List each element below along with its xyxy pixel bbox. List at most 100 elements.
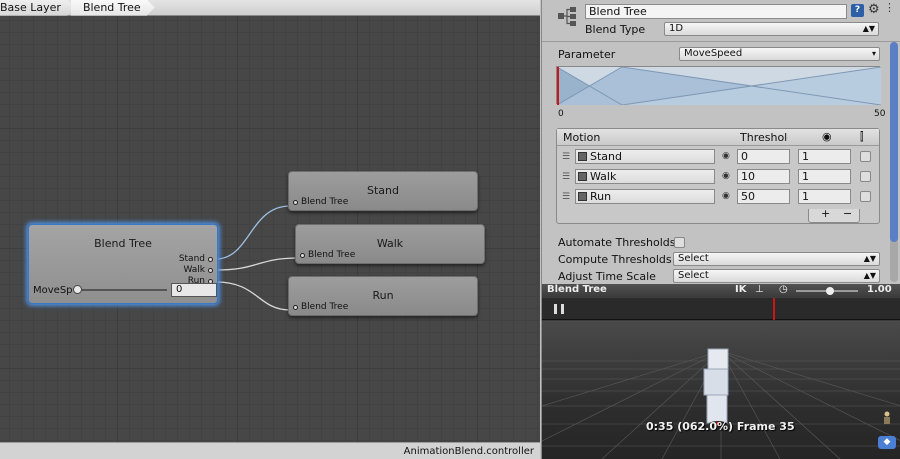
input-port[interactable]: Blend Tree [300, 250, 355, 260]
blend-type-dropdown[interactable]: 1D ▲▼ [664, 22, 879, 36]
input-port[interactable]: Blend Tree [293, 197, 348, 207]
scale-max-label: 50 [874, 109, 886, 119]
controller-filename: AnimationBlend.controller [403, 446, 534, 457]
slider-knob[interactable] [72, 285, 82, 294]
tag-icon[interactable]: ◆ [878, 436, 896, 449]
blend-tree-root-node[interactable]: Blend Tree Stand Walk Run MoveSp 0 [28, 224, 218, 304]
input-label: Blend Tree [301, 197, 349, 207]
animator-graph[interactable]: Blend Tree Stand Walk Run MoveSp 0 Stand… [0, 0, 540, 459]
parameter-value-field[interactable]: 0 [171, 283, 217, 297]
root-node-title: Blend Tree [94, 237, 152, 250]
breadcrumb-item-base-layer[interactable]: Base Layer [0, 0, 75, 16]
node-title: Run [372, 289, 394, 302]
node-title: Walk [376, 237, 404, 250]
remove-motion-button[interactable]: − [843, 207, 852, 220]
preview-title: Blend Tree [547, 284, 607, 295]
motion-field[interactable]: Stand [575, 149, 715, 164]
playback-speed-slider[interactable] [796, 287, 858, 295]
preview-timeline[interactable] [542, 298, 900, 320]
gear-icon[interactable]: ⚙ [868, 2, 880, 17]
parameter-value: MoveSpeed [684, 48, 743, 59]
compute-thresholds-dropdown[interactable]: Select ▲▼ [673, 252, 880, 266]
inspector-scrollbar[interactable] [890, 42, 898, 282]
drag-handle-icon[interactable]: ☰ [562, 192, 570, 202]
animation-clip-icon [578, 192, 587, 201]
parameter-name: MoveSp [33, 284, 73, 296]
blend-tree-name-field[interactable]: Blend Tree [585, 4, 847, 19]
context-menu-icon[interactable]: ⋮ [884, 1, 895, 14]
port-dot-icon [300, 252, 305, 258]
input-label: Blend Tree [301, 302, 349, 312]
ik-toggle[interactable]: IK [735, 284, 746, 295]
automate-thresholds-label: Automate Thresholds [558, 236, 676, 249]
inspector-panel: Blend Tree ? ⚙ ⋮ Blend Type 1D ▲▼ Paramet… [541, 0, 900, 284]
motion-name: Walk [590, 170, 617, 183]
pivot-icon[interactable]: ⊥ [755, 284, 764, 295]
list-buttons: + − [808, 207, 860, 223]
input-port[interactable]: Blend Tree [293, 302, 348, 312]
threshold-column-header: Threshold [740, 131, 788, 144]
motion-node-stand[interactable]: Stand Blend Tree [288, 171, 478, 211]
object-picker-icon[interactable]: ◉ [722, 191, 730, 201]
object-picker-icon[interactable]: ◉ [722, 171, 730, 181]
parameter-slider[interactable] [72, 285, 167, 294]
frame-info: 0:35 (062.0%) Frame 35 [646, 420, 795, 433]
motion-node-walk[interactable]: Walk Blend Tree [295, 224, 485, 264]
scrollbar-thumb[interactable] [890, 42, 898, 242]
speed-icon: ◷ [779, 284, 788, 295]
dropdown-arrow-icon: ▾ [871, 49, 876, 58]
mirror-checkbox[interactable] [860, 151, 871, 162]
blend-tree-icon [558, 7, 576, 26]
dropdown-arrow-icon: ▲▼ [863, 254, 876, 263]
output-label: Stand [178, 254, 205, 264]
motion-field[interactable]: Walk [575, 169, 715, 184]
add-motion-button[interactable]: + [821, 207, 830, 220]
object-picker-icon[interactable]: ◉ [722, 151, 730, 161]
breadcrumb-item-blend-tree[interactable]: Blend Tree [71, 0, 155, 16]
threshold-field[interactable]: 10 [737, 169, 790, 184]
threshold-marker [557, 67, 559, 105]
wire-walk [215, 257, 299, 271]
compute-thresholds-value: Select [678, 253, 709, 264]
avatar-icon[interactable] [882, 411, 892, 427]
threshold-visualizer[interactable] [556, 66, 881, 105]
parameter-dropdown[interactable]: MoveSpeed ▾ [679, 47, 880, 61]
adjust-time-scale-dropdown[interactable]: Select ▲▼ [673, 269, 880, 283]
speed-field[interactable]: 1 [798, 169, 851, 184]
help-icon[interactable]: ? [851, 4, 864, 17]
threshold-graph [557, 67, 881, 105]
parameter-label: Parameter [558, 48, 616, 61]
speed-clock-icon[interactable]: ◉ [822, 130, 832, 143]
adjust-time-scale-label: Adjust Time Scale [558, 270, 656, 283]
threshold-field[interactable]: 0 [737, 149, 790, 164]
mirror-icon[interactable]: ⫿ [860, 130, 864, 144]
node-title: Stand [367, 184, 399, 197]
preview-viewport[interactable]: 0:35 (062.0%) Frame 35 ◆ [542, 321, 900, 459]
motion-list-header: Motion Threshold ◉ ⫿ [557, 129, 879, 146]
adjust-time-scale-value: Select [678, 270, 709, 281]
playhead[interactable] [773, 298, 775, 320]
motion-name: Run [590, 190, 612, 203]
speed-field[interactable]: 1 [798, 149, 851, 164]
motion-field[interactable]: Run [575, 189, 715, 204]
output-port-walk[interactable]: Walk [183, 265, 213, 275]
breadcrumb-label: Blend Tree [82, 1, 141, 14]
speed-slider-knob[interactable] [826, 287, 834, 295]
pause-button[interactable] [554, 304, 564, 314]
mirror-checkbox[interactable] [860, 171, 871, 182]
automate-thresholds-checkbox[interactable] [674, 237, 685, 248]
mirror-checkbox[interactable] [860, 191, 871, 202]
speed-field[interactable]: 1 [798, 189, 851, 204]
output-port-stand[interactable]: Stand [179, 254, 213, 264]
port-dot-icon [293, 199, 298, 205]
port-dot-icon [293, 304, 298, 310]
motion-name: Stand [590, 150, 622, 163]
blend-type-label: Blend Type [585, 23, 646, 36]
character-figure [703, 348, 729, 427]
dropdown-arrow-icon: ▲▼ [863, 271, 876, 280]
drag-handle-icon[interactable]: ☰ [562, 152, 570, 162]
threshold-field[interactable]: 50 [737, 189, 790, 204]
port-dot-icon [208, 256, 213, 262]
drag-handle-icon[interactable]: ☰ [562, 172, 570, 182]
motion-node-run[interactable]: Run Blend Tree [288, 276, 478, 316]
